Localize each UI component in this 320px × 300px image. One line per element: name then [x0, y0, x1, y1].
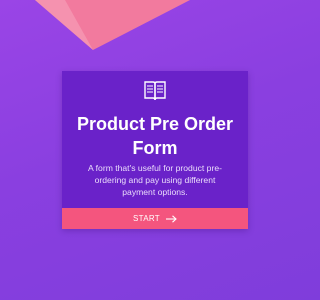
arrow-right-icon [165, 214, 177, 223]
card-description: A form that's useful for product pre-ord… [88, 163, 222, 197]
card-title: Product Pre Order Form [76, 114, 234, 158]
start-button-label: START [133, 214, 160, 223]
book-icon [144, 81, 166, 101]
start-button[interactable]: START [62, 208, 248, 229]
